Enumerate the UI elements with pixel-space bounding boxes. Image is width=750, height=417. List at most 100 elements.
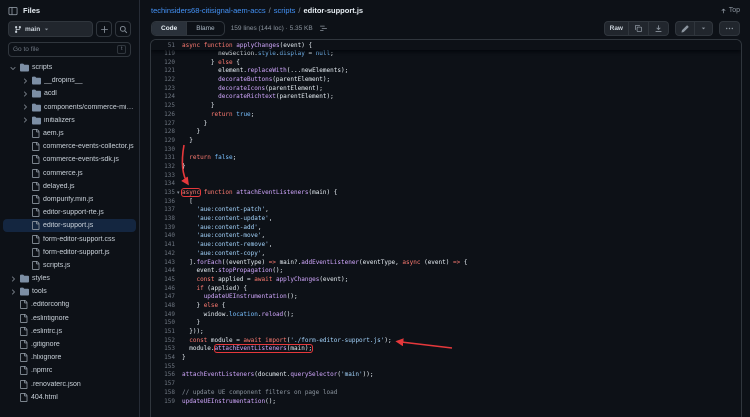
copy-raw-button[interactable]: [629, 21, 649, 36]
tree-file-item[interactable]: commerce-events-sdk.js: [3, 153, 136, 166]
line-number[interactable]: 154: [151, 354, 175, 363]
edit-dropdown-button[interactable]: [695, 21, 713, 36]
add-file-button[interactable]: [96, 21, 112, 37]
line-number[interactable]: 146: [151, 285, 175, 294]
tree-item-label: scripts: [32, 64, 52, 71]
file-icon: [31, 142, 40, 151]
file-info: 159 lines (144 loc) · 5.35 KB: [231, 25, 313, 32]
file-icon: [31, 208, 40, 217]
tree-folder-item[interactable]: scripts: [3, 61, 136, 74]
line-number[interactable]: 120: [151, 59, 175, 68]
line-number[interactable]: 143: [151, 259, 175, 268]
line-number[interactable]: 125: [151, 102, 175, 111]
tree-file-item[interactable]: .npmrc: [3, 364, 136, 377]
breadcrumb-repo-link[interactable]: techinsiders68-citisignal-aem-accs: [151, 6, 266, 15]
edit-button[interactable]: [675, 21, 695, 36]
tree-folder-item[interactable]: tools: [3, 285, 136, 298]
tree-folder-item[interactable]: styles: [3, 272, 136, 285]
back-to-top-link[interactable]: Top: [720, 7, 740, 15]
line-number[interactable]: 134: [151, 180, 175, 189]
line-number[interactable]: 156: [151, 371, 175, 380]
line-number[interactable]: 150: [151, 319, 175, 328]
line-number[interactable]: 132: [151, 163, 175, 172]
line-number[interactable]: 147: [151, 293, 175, 302]
line-number[interactable]: 135: [151, 189, 175, 198]
tree-file-item[interactable]: .eslintignore: [3, 312, 136, 325]
raw-button[interactable]: Raw: [604, 21, 629, 36]
tree-file-item[interactable]: .renovaterc.json: [3, 378, 136, 391]
line-number[interactable]: 121: [151, 67, 175, 76]
blame-tab[interactable]: Blame: [186, 22, 223, 35]
line-number[interactable]: 124: [151, 93, 175, 102]
line-number[interactable]: 138: [151, 215, 175, 224]
tree-file-item[interactable]: delayed.js: [3, 180, 136, 193]
search-button[interactable]: [115, 21, 131, 37]
line-number[interactable]: 139: [151, 224, 175, 233]
file-icon: [31, 248, 40, 257]
tree-file-item[interactable]: .gitignore: [3, 338, 136, 351]
collapse-sidebar-button[interactable]: [8, 6, 18, 16]
tree-file-item[interactable]: 404.html: [3, 391, 136, 404]
line-number[interactable]: 51: [151, 42, 175, 51]
tree-folder-item[interactable]: acdl: [3, 87, 136, 100]
tree-folder-item[interactable]: __dropins__: [3, 74, 136, 87]
line-number[interactable]: 131: [151, 154, 175, 163]
tree-file-item[interactable]: form-editor-support.css: [3, 232, 136, 245]
tree-folder-item[interactable]: initializers: [3, 114, 136, 127]
line-number[interactable]: 159: [151, 398, 175, 407]
file-icon: [19, 380, 28, 389]
line-number[interactable]: 140: [151, 232, 175, 241]
chevron-right-icon: [9, 288, 17, 296]
tree-folder-item[interactable]: components/commerce-mini-pdp: [3, 101, 136, 114]
line-number[interactable]: 151: [151, 328, 175, 337]
tree-file-item[interactable]: dompurify.min.js: [3, 193, 136, 206]
line-number[interactable]: 145: [151, 276, 175, 285]
line-number[interactable]: 141: [151, 241, 175, 250]
go-to-file-input[interactable]: Go to file t: [8, 42, 131, 57]
tree-file-item[interactable]: aem.js: [3, 127, 136, 140]
line-number[interactable]: 126: [151, 111, 175, 120]
line-number[interactable]: 137: [151, 206, 175, 215]
line-number[interactable]: 149: [151, 311, 175, 320]
line-number[interactable]: 128: [151, 128, 175, 137]
tree-file-item[interactable]: .editorconfig: [3, 298, 136, 311]
line-number[interactable]: 127: [151, 120, 175, 129]
folder-icon: [20, 63, 29, 72]
breadcrumb-row: techinsiders68-citisignal-aem-accs/scrip…: [141, 0, 750, 16]
line-number[interactable]: 136: [151, 198, 175, 207]
file-tree-sidebar: Files main Go to file t scripts__dropins…: [0, 0, 140, 417]
breadcrumb-folder-link[interactable]: scripts: [274, 6, 296, 15]
download-button[interactable]: [649, 21, 669, 36]
branch-selector[interactable]: main: [8, 21, 93, 37]
tree-file-item[interactable]: commerce-events-collector.js: [3, 140, 136, 153]
line-number[interactable]: 123: [151, 85, 175, 94]
code-tab[interactable]: Code: [152, 22, 186, 35]
kebab-icon: [725, 24, 734, 33]
code-line: 143 ].forEach((eventType) => main?.addEv…: [151, 259, 741, 268]
line-number[interactable]: 122: [151, 76, 175, 85]
more-options-button[interactable]: [719, 21, 740, 36]
line-number[interactable]: 157: [151, 380, 175, 389]
code-text: }: [182, 128, 200, 137]
tree-file-item[interactable]: scripts.js: [3, 259, 136, 272]
symbols-button[interactable]: [319, 24, 328, 33]
tree-file-item[interactable]: editor-support-rte.js: [3, 206, 136, 219]
tree-file-item[interactable]: .eslintrc.js: [3, 325, 136, 338]
line-number[interactable]: 144: [151, 267, 175, 276]
line-number[interactable]: 152: [151, 337, 175, 346]
tree-file-item[interactable]: commerce.js: [3, 167, 136, 180]
line-number[interactable]: 133: [151, 172, 175, 181]
line-number[interactable]: 142: [151, 250, 175, 259]
code-text: newSection.style.display = null;: [182, 50, 334, 59]
line-number[interactable]: 158: [151, 389, 175, 398]
fold-caret-icon[interactable]: ▾: [177, 189, 180, 198]
line-number[interactable]: 130: [151, 146, 175, 155]
tree-file-item[interactable]: editor-support.js: [3, 219, 136, 232]
tree-file-item[interactable]: form-editor-support.js: [3, 246, 136, 259]
line-number[interactable]: 155: [151, 363, 175, 372]
line-number[interactable]: 119: [151, 50, 175, 59]
line-number[interactable]: 129: [151, 137, 175, 146]
line-number[interactable]: 153: [151, 345, 175, 354]
line-number[interactable]: 148: [151, 302, 175, 311]
tree-file-item[interactable]: .hlxignore: [3, 351, 136, 364]
